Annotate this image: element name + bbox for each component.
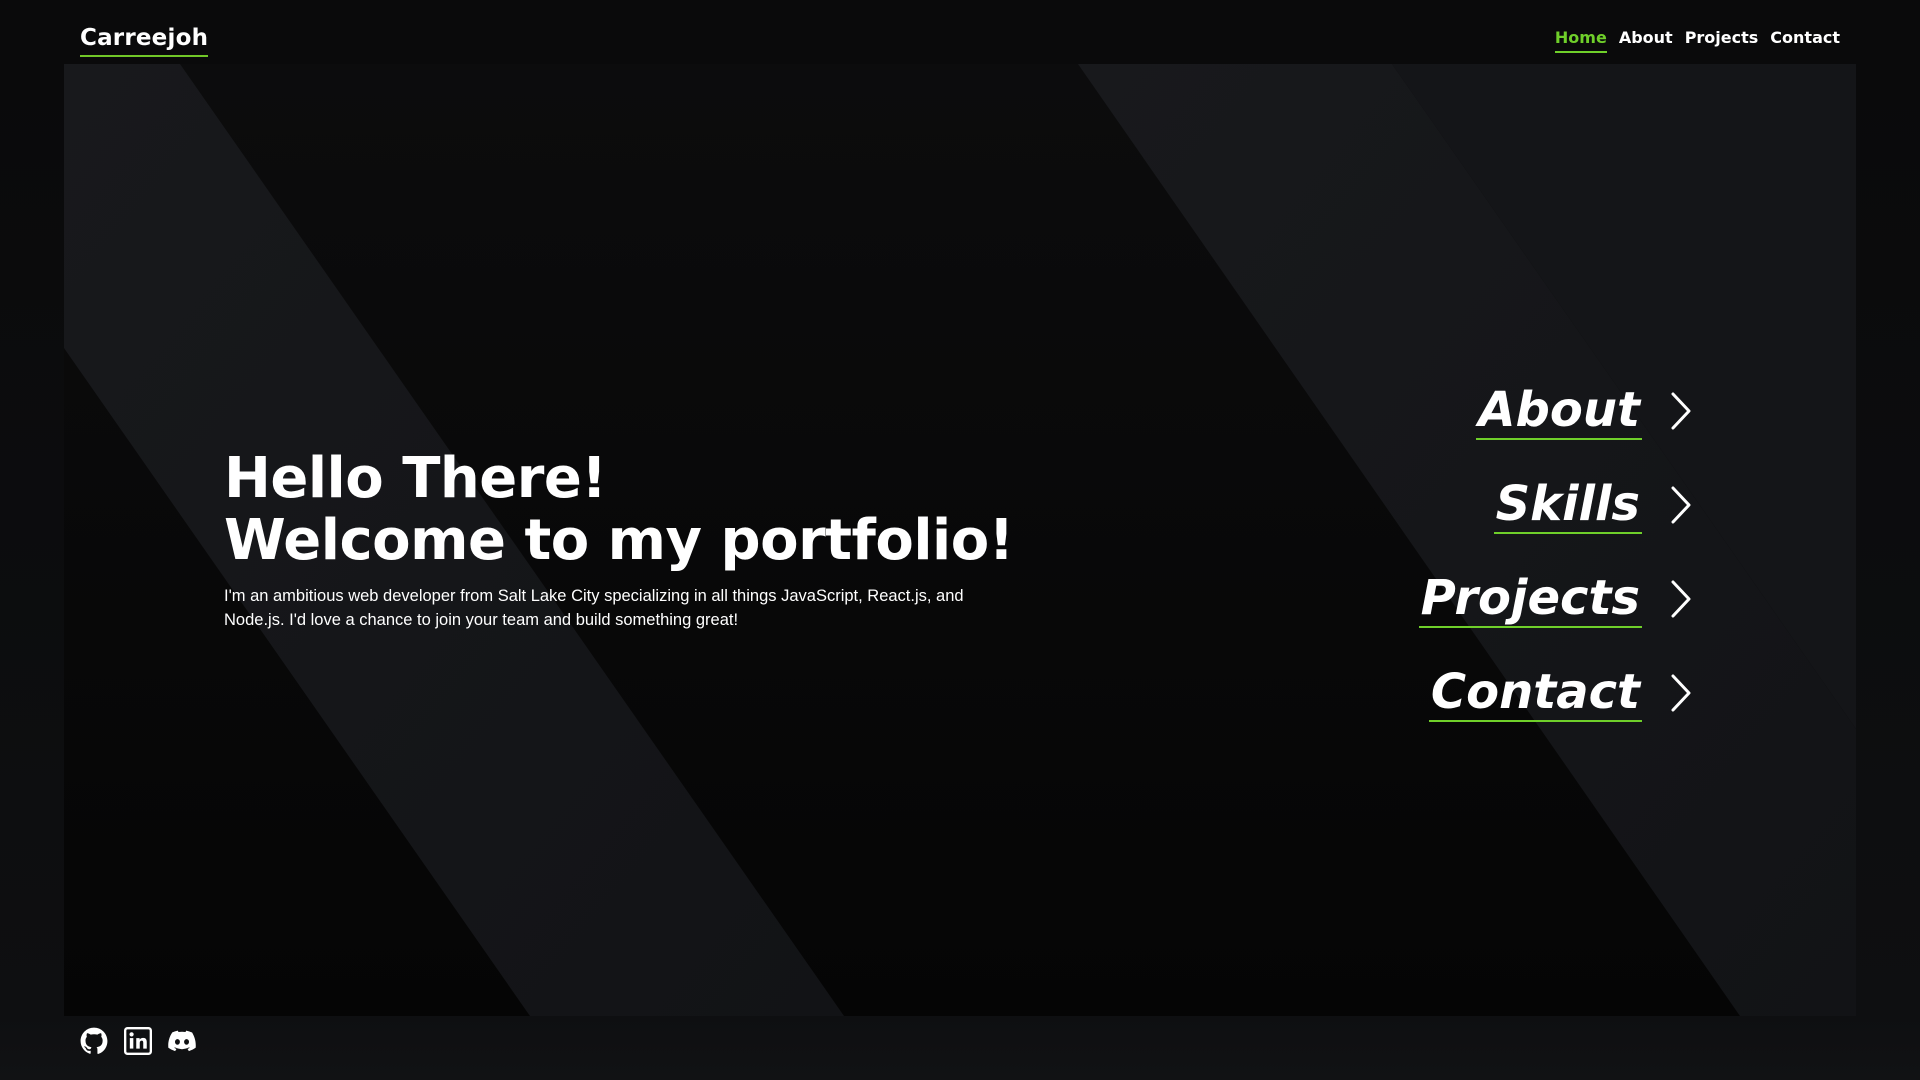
hero-section: Hello There! Welcome to my portfolio! I'… [64, 64, 1856, 1016]
hero-heading: Hello There! Welcome to my portfolio! [224, 446, 1014, 573]
github-icon[interactable] [80, 1027, 108, 1055]
hero-intro: Hello There! Welcome to my portfolio! I'… [224, 446, 1014, 632]
cta-label: About [1476, 382, 1642, 440]
cta-about-link[interactable]: About [1172, 364, 1692, 458]
hero-description: I'm an ambitious web developer from Salt… [224, 587, 964, 629]
cta-label: Skills [1493, 476, 1642, 534]
hero-heading-line2: Welcome to my portfolio! [224, 508, 1014, 573]
cta-contact-link[interactable]: Contact [1172, 646, 1692, 740]
hero-heading-line1: Hello There! [224, 446, 607, 511]
cta-label: Projects [1418, 570, 1642, 628]
cta-skills-link[interactable]: Skills [1172, 458, 1692, 552]
discord-icon[interactable] [168, 1027, 196, 1055]
main-nav: Home About Projects Contact [1554, 28, 1840, 53]
social-links [80, 1027, 196, 1055]
portfolio-page: Carreejoh Home About Projects Contact He… [0, 0, 1920, 1080]
nav-link-home[interactable]: Home [1554, 28, 1607, 53]
nav-link-projects[interactable]: Projects [1685, 28, 1759, 53]
nav-link-about[interactable]: About [1619, 28, 1673, 53]
chevron-right-icon [1671, 392, 1691, 430]
chevron-right-icon [1671, 580, 1691, 618]
brand-logo[interactable]: Carreejoh [80, 24, 209, 57]
linkedin-icon[interactable] [124, 1027, 152, 1055]
chevron-right-icon [1671, 674, 1691, 712]
top-navbar: Carreejoh Home About Projects Contact [0, 0, 1920, 64]
chevron-right-icon [1671, 486, 1691, 524]
nav-link-contact[interactable]: Contact [1770, 28, 1840, 53]
section-links: About Skills Projects Contact [1172, 364, 1692, 740]
cta-label: Contact [1428, 664, 1642, 722]
cta-projects-link[interactable]: Projects [1172, 552, 1692, 646]
